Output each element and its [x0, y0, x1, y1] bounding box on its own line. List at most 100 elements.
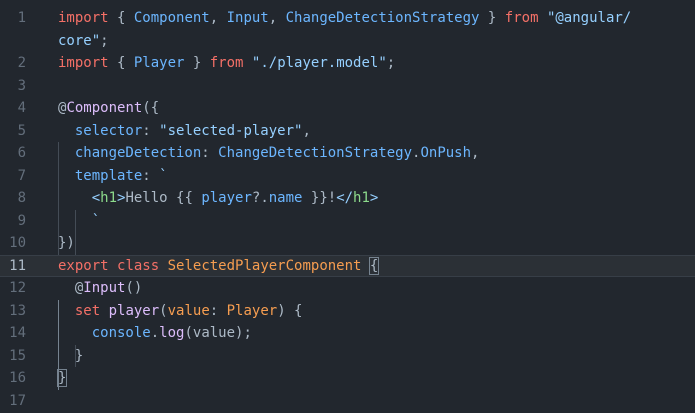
code-token: (	[159, 302, 168, 319]
code-token: @	[58, 280, 84, 296]
line-number: 16	[9, 370, 26, 386]
code-text: template: `	[58, 165, 168, 188]
code-token: set	[58, 302, 101, 319]
code-token: <	[58, 190, 101, 206]
code-line[interactable]: 3	[0, 75, 695, 98]
code-editor[interactable]: 1 import { Component, Input, ChangeDetect…	[0, 0, 695, 413]
code-line[interactable]: 9 `	[0, 210, 695, 233]
code-token: from	[504, 10, 539, 26]
code-token: Player	[133, 55, 185, 71]
code-token: }}!	[302, 190, 337, 206]
code-token: Component	[66, 100, 143, 116]
code-token: >	[369, 190, 379, 206]
code-line[interactable]: 7 template: `	[0, 165, 695, 188]
code-line[interactable]: 8 <h1>Hello {{ player?.name }}!</h1>	[0, 187, 695, 210]
code-token: log	[159, 325, 185, 341]
code-token: changeDetection	[58, 145, 202, 161]
code-token: :	[142, 122, 160, 139]
code-token: ChangeDetectionStrategy	[285, 10, 480, 26]
code-token: "./player.model"	[251, 55, 387, 71]
code-token: {	[108, 10, 134, 26]
code-text: export class SelectedPlayerComponent {	[58, 256, 380, 277]
code-token: core"	[58, 32, 101, 49]
code-token: value	[192, 325, 236, 341]
code-line[interactable]: core";	[0, 30, 695, 53]
code-line[interactable]: 6 changeDetection: ChangeDetectionStrate…	[0, 142, 695, 165]
matched-bracket: }	[56, 369, 68, 387]
code-token: import	[58, 10, 109, 26]
code-token: import	[58, 55, 109, 71]
code-token: ?.	[251, 190, 269, 206]
line-number: 13	[9, 302, 26, 319]
line-number: 5	[17, 122, 26, 139]
code-line[interactable]: 5 selector: "selected-player",	[0, 120, 695, 143]
code-token: SelectedPlayerComponent	[167, 257, 362, 274]
code-text: }	[56, 367, 68, 390]
code-text: console.log(value);	[58, 322, 252, 345]
indent-guide	[75, 209, 76, 255]
code-text: })	[58, 232, 75, 255]
code-text: selector: "selected-player",	[58, 120, 311, 143]
code-token: {	[108, 55, 134, 71]
code-token: </	[336, 190, 354, 206]
code-token: ,	[209, 10, 227, 26]
code-text: @Component({	[58, 97, 159, 120]
code-token: selector	[58, 122, 143, 139]
line-number: 15	[9, 347, 26, 364]
code-line[interactable]: 15 }	[0, 345, 695, 368]
line-number: 8	[17, 190, 26, 206]
code-token: );	[235, 325, 252, 341]
code-line[interactable]: 4 @Component({	[0, 97, 695, 120]
code-text: @Input()	[58, 277, 142, 300]
code-token: ) {	[277, 302, 303, 319]
code-token: h1	[353, 190, 370, 206]
code-line[interactable]: 12 @Input()	[0, 277, 695, 300]
code-token: console	[58, 325, 151, 341]
code-line[interactable]: 16}	[0, 367, 695, 390]
code-line[interactable]: 10})	[0, 232, 695, 255]
code-token: "@angular/	[546, 10, 632, 26]
code-token: (	[184, 325, 193, 341]
code-line[interactable]: 14 console.log(value);	[0, 322, 695, 345]
code-text: import { Component, Input, ChangeDetecti…	[58, 7, 631, 30]
code-token: ;	[386, 55, 396, 71]
code-text: core";	[58, 30, 109, 53]
code-token: ChangeDetectionStrategy	[218, 145, 413, 161]
code-line[interactable]: 13 set player(value: Player) {	[0, 300, 695, 323]
code-token: :	[142, 167, 160, 184]
line-number: 1	[17, 10, 26, 26]
code-text: `	[58, 210, 100, 233]
code-token: }	[58, 347, 84, 364]
code-token: ()	[125, 280, 143, 296]
code-token: `	[159, 167, 168, 184]
code-line[interactable]: 11 export class SelectedPlayerComponent {	[0, 254, 695, 277]
code-token: }	[479, 10, 505, 26]
code-token: OnPush	[420, 145, 472, 161]
code-token: ,	[302, 122, 311, 139]
code-token: ,	[268, 10, 286, 26]
line-number: 9	[17, 212, 26, 229]
code-text: set player(value: Player) {	[58, 300, 303, 323]
code-token: name	[268, 190, 303, 206]
indent-guide	[58, 142, 59, 255]
code-line[interactable]: 17	[0, 390, 695, 413]
indent-guide	[58, 299, 59, 390]
line-number: 3	[17, 77, 26, 94]
matched-bracket: {	[368, 256, 380, 275]
code-token: player	[108, 302, 160, 319]
code-line[interactable]: 2 import { Player } from "./player.model"…	[0, 52, 695, 75]
code-line[interactable]: 1 import { Component, Input, ChangeDetect…	[0, 7, 695, 30]
code-token: Input	[83, 280, 126, 296]
line-number: 14	[9, 325, 26, 341]
line-number: 10	[9, 235, 26, 251]
indent-guide	[75, 344, 76, 367]
line-number: 17	[9, 392, 26, 409]
code-token: ,	[471, 145, 480, 161]
code-token: player	[201, 190, 252, 206]
code-token: Component	[133, 10, 210, 26]
line-number: 4	[17, 100, 26, 116]
line-number: 7	[17, 167, 26, 184]
